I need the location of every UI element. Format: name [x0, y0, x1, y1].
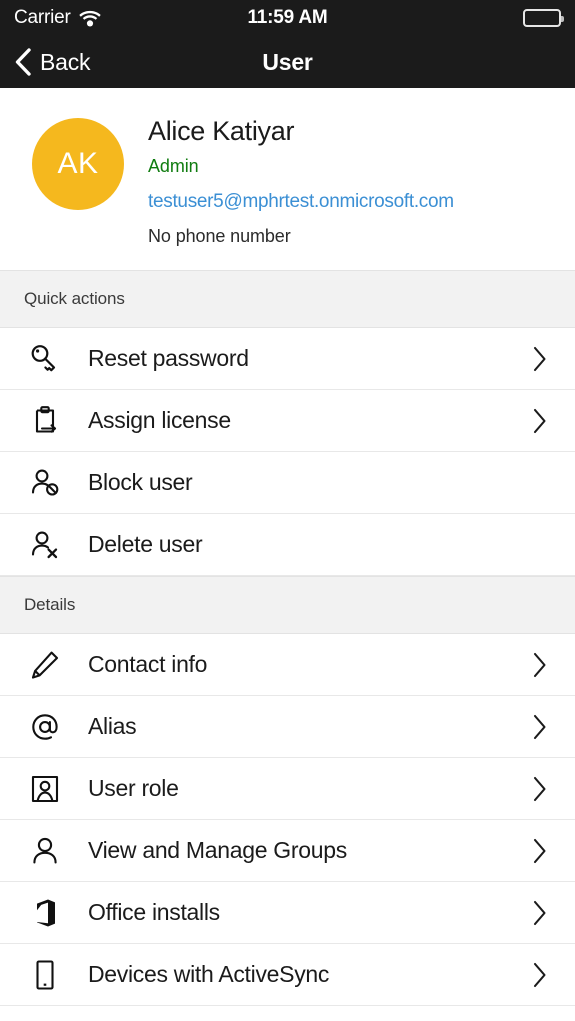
avatar: AK — [32, 118, 124, 210]
status-bar-left: Carrier — [14, 7, 164, 29]
chevron-right-icon — [529, 961, 551, 989]
row-label: Assign license — [88, 407, 231, 433]
at-sign-icon — [14, 710, 76, 744]
back-label: Back — [40, 48, 91, 75]
row-label: Contact info — [88, 651, 208, 677]
row-label: Delete user — [88, 531, 203, 557]
user-detail-screen: Carrier 11:59 AM Back User AK Alice Kati… — [0, 0, 575, 1021]
row-label: Reset password — [88, 345, 249, 371]
row-contact-info[interactable]: Contact info — [0, 634, 575, 696]
row-label: View and Manage Groups — [88, 837, 347, 863]
section-header-quick-actions: Quick actions — [0, 270, 575, 328]
user-role-label: Admin — [148, 156, 199, 177]
person-icon — [14, 834, 76, 868]
phone-icon — [14, 958, 76, 992]
key-icon — [14, 342, 76, 376]
chevron-right-icon — [529, 775, 551, 803]
row-view-and-manage-groups[interactable]: View and Manage Groups — [0, 820, 575, 882]
row-delete-user[interactable]: Delete user — [0, 514, 575, 576]
row-label: Office installs — [88, 899, 220, 925]
row-devices-with-activesync[interactable]: Devices with ActiveSync — [0, 944, 575, 1006]
office-logo-icon — [14, 896, 76, 930]
row-alias[interactable]: Alias — [0, 696, 575, 758]
user-name: Alice Katiyar — [148, 116, 295, 146]
profile-details: Alice Katiyar Admin testuser5@mphrtest.o… — [148, 112, 454, 248]
row-label: Block user — [88, 469, 193, 495]
block-user-icon — [14, 466, 76, 500]
status-bar: Carrier 11:59 AM — [0, 0, 575, 36]
status-bar-time: 11:59 AM — [247, 7, 328, 28]
chevron-right-icon — [529, 837, 551, 865]
row-reset-password[interactable]: Reset password — [0, 328, 575, 390]
row-label: Alias — [88, 713, 137, 739]
status-bar-right — [411, 9, 564, 27]
row-assign-license[interactable]: Assign license — [0, 390, 575, 452]
row-block-user[interactable]: Block user — [0, 452, 575, 514]
chevron-right-icon — [529, 899, 551, 927]
pencil-icon — [14, 648, 76, 682]
chevron-left-icon — [14, 48, 31, 76]
section-header-label: Details — [24, 595, 76, 614]
wifi-icon — [78, 10, 101, 27]
user-badge-icon — [14, 772, 76, 806]
row-office-installs[interactable]: Office installs — [0, 882, 575, 944]
row-label: Devices with ActiveSync — [88, 961, 330, 987]
chevron-right-icon — [529, 651, 551, 679]
user-phone-label: No phone number — [148, 226, 291, 247]
section-header-label: Quick actions — [24, 289, 125, 308]
row-user-role[interactable]: User role — [0, 758, 575, 820]
row-label: User role — [88, 775, 179, 801]
delete-user-icon — [14, 528, 76, 562]
section-header-details: Details — [0, 576, 575, 634]
chevron-right-icon — [529, 407, 551, 435]
carrier-label: Carrier — [14, 7, 71, 28]
chevron-right-icon — [529, 713, 551, 741]
user-email-link[interactable]: testuser5@mphrtest.onmicrosoft.com — [148, 184, 454, 219]
back-button[interactable]: Back — [0, 48, 91, 76]
profile-header: AK Alice Katiyar Admin testuser5@mphrtes… — [0, 88, 575, 270]
navigation-bar: Back User — [0, 36, 575, 88]
battery-full-icon — [523, 9, 564, 27]
avatar-initials: AK — [57, 147, 99, 180]
assign-license-icon — [14, 404, 76, 438]
chevron-right-icon — [529, 345, 551, 373]
